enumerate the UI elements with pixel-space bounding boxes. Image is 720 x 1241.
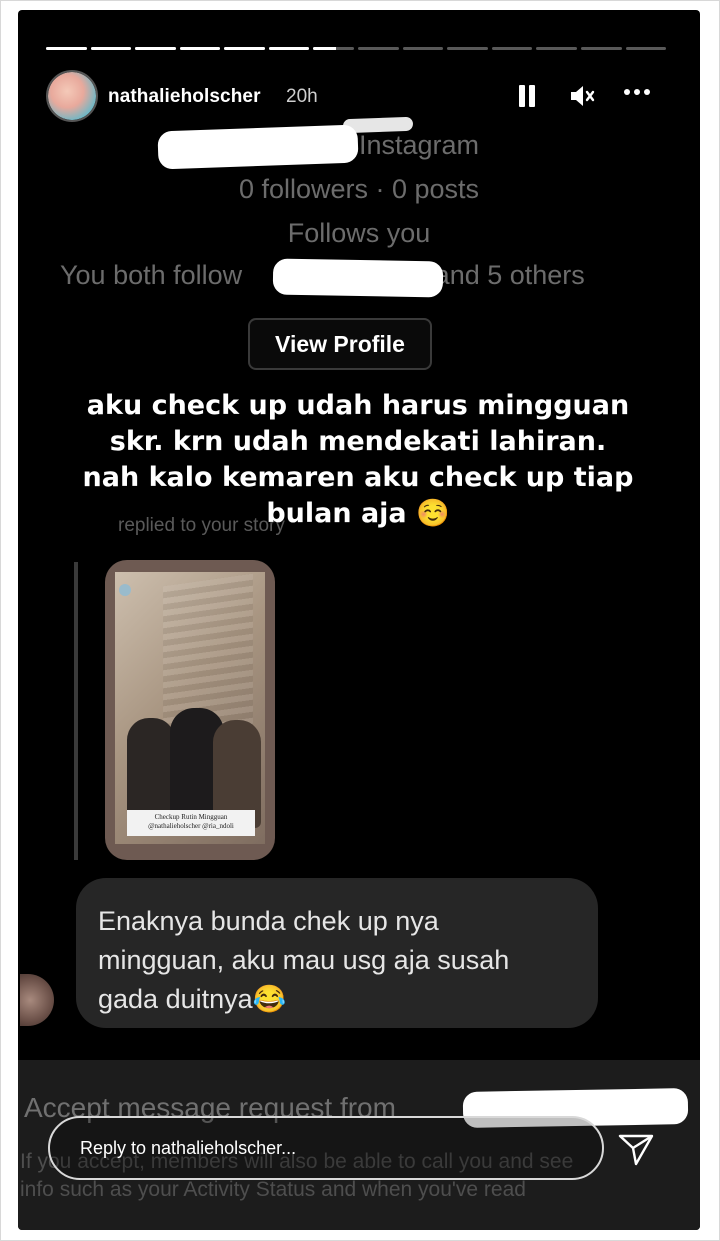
story-caption: aku check up udah harus mingguan skr. kr… bbox=[48, 388, 668, 532]
message-line: Enaknya bunda chek up nya bbox=[98, 906, 439, 936]
story-progress-bar bbox=[46, 47, 667, 51]
thumbnail-avatar bbox=[119, 584, 131, 596]
username[interactable]: nathalieholscher bbox=[108, 86, 261, 108]
send-button[interactable] bbox=[616, 1128, 656, 1168]
progress-fill bbox=[224, 47, 265, 50]
message-bubble: Enaknya bunda chek up nya mingguan, aku … bbox=[76, 878, 598, 1028]
caption-line: aku check up udah harus mingguan bbox=[86, 390, 630, 421]
speaker-muted-icon bbox=[571, 86, 595, 106]
progress-fill bbox=[46, 47, 87, 50]
thumbnail-caption-line: @nathalieholscher @ria_ndoli bbox=[148, 822, 234, 830]
progress-segment bbox=[447, 47, 488, 50]
progress-fill bbox=[135, 47, 176, 50]
paper-plane-icon bbox=[618, 1134, 654, 1166]
more-dots-icon bbox=[624, 89, 650, 95]
story-thumbnail[interactable]: Checkup Rutin Mingguan @nathalieholscher… bbox=[105, 560, 275, 860]
redaction-mark-mutuals bbox=[272, 258, 444, 298]
caption-line: nah kalo kemaren aku check up tiap bbox=[82, 462, 634, 493]
fine-print-line: info such as your Activity Status and wh… bbox=[20, 1178, 526, 1201]
follows-you: Follows you bbox=[287, 218, 431, 248]
progress-segment bbox=[179, 47, 221, 50]
progress-segment bbox=[224, 47, 265, 50]
sender-avatar bbox=[20, 974, 54, 1026]
dm-source-line: Instagram bbox=[18, 130, 700, 161]
progress-segment bbox=[491, 47, 533, 50]
progress-segment bbox=[268, 47, 310, 50]
caption-line: skr. krn udah mendekati lahiran. bbox=[109, 426, 607, 457]
view-profile-button[interactable]: View Profile bbox=[248, 318, 432, 370]
progress-segment bbox=[313, 47, 355, 50]
progress-segment bbox=[402, 47, 444, 50]
pause-icon-bar bbox=[529, 85, 535, 107]
story-viewer: nathalieholscher 20h Instagram 0 followe… bbox=[18, 10, 700, 1230]
message-line: gada duitnya😂 bbox=[98, 984, 287, 1014]
progress-segment bbox=[358, 47, 399, 50]
progress-segment bbox=[536, 47, 577, 50]
reply-input[interactable]: Reply to nathalieholscher... bbox=[48, 1116, 604, 1180]
mutuals-prefix: You both follow bbox=[60, 260, 243, 290]
redaction-mark-top bbox=[342, 116, 414, 134]
message-line: mingguan, aku mau usg aja susah bbox=[98, 945, 510, 975]
caption-line: bulan aja ☺️ bbox=[266, 498, 450, 529]
progress-segment bbox=[46, 47, 87, 50]
avatar-ring bbox=[46, 70, 98, 122]
post-time: 20h bbox=[286, 86, 318, 107]
progress-segment bbox=[580, 47, 622, 50]
more-options-button[interactable] bbox=[622, 76, 652, 111]
pause-icon bbox=[519, 85, 525, 107]
dm-stats: 0 followers · 0 posts bbox=[238, 174, 480, 204]
progress-fill bbox=[268, 47, 310, 50]
redaction-mark bbox=[157, 124, 359, 170]
progress-segment bbox=[90, 47, 132, 50]
progress-segment bbox=[625, 47, 667, 50]
progress-fill bbox=[179, 47, 221, 50]
reply-quote-line bbox=[74, 562, 78, 860]
progress-fill bbox=[90, 47, 132, 50]
thumbnail-caption: Checkup Rutin Mingguan @nathalieholscher… bbox=[127, 810, 255, 836]
progress-segment bbox=[135, 47, 176, 50]
thumbnail-caption-line: Checkup Rutin Mingguan bbox=[154, 813, 228, 821]
progress-fill bbox=[313, 47, 336, 50]
mute-button[interactable] bbox=[568, 82, 598, 110]
profile-avatar[interactable] bbox=[46, 70, 98, 122]
pause-button[interactable] bbox=[516, 82, 538, 110]
